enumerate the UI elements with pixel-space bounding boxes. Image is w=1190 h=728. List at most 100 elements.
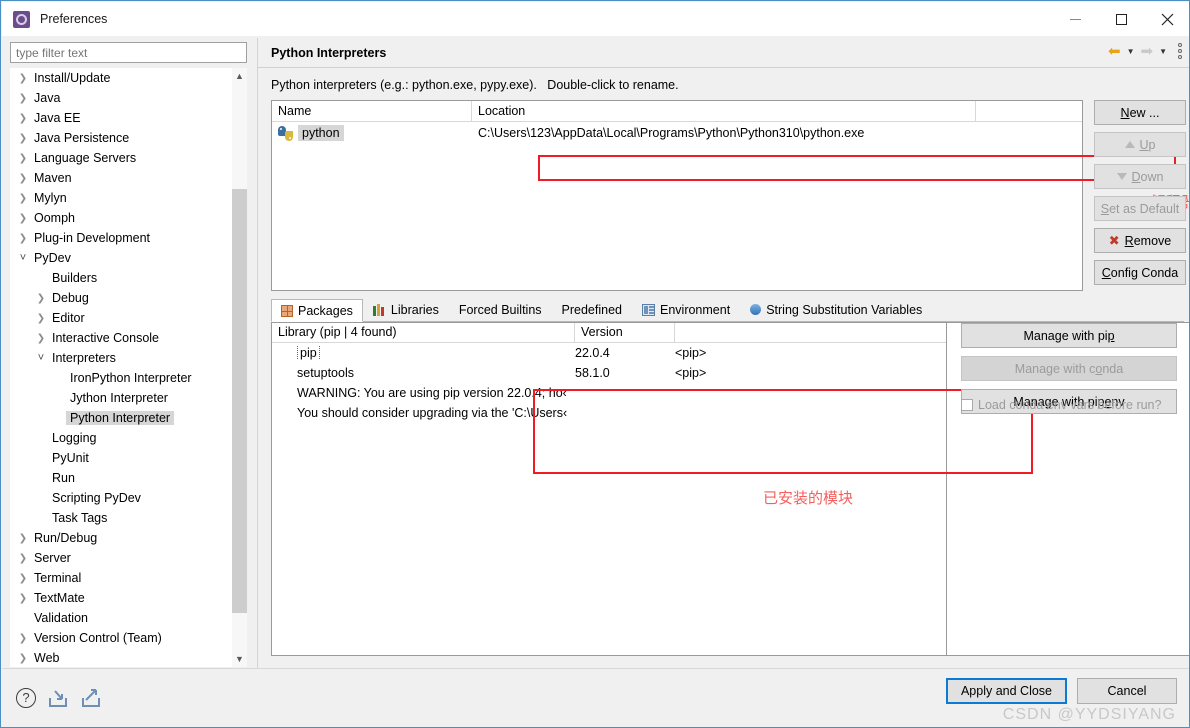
sidebar-item-validation[interactable]: Validation	[10, 608, 247, 628]
sidebar-item-oomph[interactable]: ❯ Oomph	[10, 208, 247, 228]
help-icon[interactable]: ?	[16, 687, 36, 708]
chevron-right-icon[interactable]: ❯	[16, 193, 30, 204]
tab-string-substitution-variables[interactable]: String Substitution Variables	[740, 298, 932, 321]
sidebar-item-pydev[interactable]: ˅ PyDev	[10, 248, 247, 268]
chevron-right-icon[interactable]: ❯	[34, 313, 48, 324]
sidebar-item-terminal[interactable]: ❯ Terminal	[10, 568, 247, 588]
sidebar-item-scripting-pydev[interactable]: Scripting PyDev	[10, 488, 247, 508]
tab-bar[interactable]: Packages Libraries Forced Builtins Predefin…	[271, 299, 1184, 322]
sidebar-item-pyunit[interactable]: PyUnit	[10, 448, 247, 468]
scrollbar-thumb[interactable]	[232, 189, 247, 613]
package-row[interactable]: pip 22.0.4 <pip>	[272, 343, 946, 363]
sidebar-item-python-interpreter[interactable]: Python Interpreter	[10, 408, 247, 428]
sidebar-item-textmate[interactable]: ❯ TextMate	[10, 588, 247, 608]
sidebar-item-debug[interactable]: ❯ Debug	[10, 288, 247, 308]
back-dropdown-icon[interactable]: ▼	[1123, 47, 1139, 56]
tab-libraries[interactable]: Libraries	[363, 298, 449, 321]
chevron-right-icon[interactable]: ❯	[16, 173, 30, 184]
chevron-right-icon[interactable]: ❯	[16, 113, 30, 124]
chevron-right-icon[interactable]: ❯	[16, 73, 30, 84]
conda-env-checkbox-row[interactable]: Load conda env vars before run?	[961, 398, 1161, 412]
tab-environment[interactable]: Environment	[632, 298, 740, 321]
chevron-down-icon[interactable]: ˅	[34, 352, 48, 364]
sidebar-item-install-update[interactable]: ❯ Install/Update	[10, 68, 247, 88]
tab-packages[interactable]: Packages	[271, 299, 363, 322]
sidebar-item-task-tags[interactable]: Task Tags	[10, 508, 247, 528]
table-row[interactable]: python C:\Users\123\AppData\Local\Progra…	[272, 122, 1082, 144]
chevron-right-icon[interactable]: ❯	[16, 133, 30, 144]
interpreter-location[interactable]: C:\Users\123\AppData\Local\Programs\Pyth…	[478, 126, 864, 140]
package-row[interactable]: You should consider upgrading via the 'C…	[272, 403, 946, 423]
maximize-button[interactable]	[1098, 2, 1144, 36]
sidebar-item-jython-interpreter[interactable]: Jython Interpreter	[10, 388, 247, 408]
interpreter-name[interactable]: python	[298, 125, 344, 141]
interpreters-table[interactable]: Name Location python C:\Users\123\AppDat…	[271, 100, 1083, 291]
cancel-button[interactable]: Cancel	[1077, 678, 1177, 704]
tree-scrollbar[interactable]: ▲ ▼	[232, 68, 247, 667]
sidebar-item-mylyn[interactable]: ❯ Mylyn	[10, 188, 247, 208]
sidebar-item-java-ee[interactable]: ❯ Java EE	[10, 108, 247, 128]
chevron-right-icon[interactable]: ❯	[16, 573, 30, 584]
sidebar-item-language-servers[interactable]: ❯ Language Servers	[10, 148, 247, 168]
chevron-right-icon[interactable]: ❯	[16, 633, 30, 644]
column-header-source[interactable]	[675, 323, 946, 342]
sidebar-item-logging[interactable]: Logging	[10, 428, 247, 448]
chevron-right-icon[interactable]: ❯	[16, 233, 30, 244]
column-header-location[interactable]: Location	[472, 101, 976, 121]
column-header-library[interactable]: Library (pip | 4 found)	[272, 323, 575, 342]
sidebar-item-java[interactable]: ❯ Java	[10, 88, 247, 108]
sidebar-item-run[interactable]: Run	[10, 468, 247, 488]
sidebar-item-builders[interactable]: Builders	[10, 268, 247, 288]
sidebar-item-editor[interactable]: ❯ Editor	[10, 308, 247, 328]
new-button[interactable]: New ...	[1094, 100, 1186, 125]
column-header-extra[interactable]	[976, 101, 1081, 121]
column-header-version[interactable]: Version	[575, 323, 675, 342]
chevron-right-icon[interactable]: ❯	[16, 213, 30, 224]
remove-button[interactable]: ✖ Remove	[1094, 228, 1186, 253]
tab-forced-builtins[interactable]: Forced Builtins	[449, 298, 552, 321]
back-arrow-icon[interactable]: ⬅	[1108, 44, 1121, 59]
sidebar-item-web[interactable]: ❯ Web	[10, 648, 247, 667]
chevron-right-icon[interactable]: ❯	[34, 333, 48, 344]
checkbox-icon[interactable]	[961, 399, 973, 411]
import-icon[interactable]	[47, 687, 69, 709]
forward-arrow-icon[interactable]: ➡	[1141, 44, 1154, 59]
package-source: <pip>	[675, 366, 707, 380]
chevron-right-icon[interactable]: ❯	[34, 293, 48, 304]
column-header-name[interactable]: Name	[272, 101, 472, 121]
config-conda-button[interactable]: Config Conda	[1094, 260, 1186, 285]
scroll-up-icon[interactable]: ▲	[232, 68, 247, 84]
sidebar-item-interactive-console[interactable]: ❯ Interactive Console	[10, 328, 247, 348]
window-controls	[1052, 2, 1189, 36]
sidebar-item-interpreters[interactable]: ˅ Interpreters	[10, 348, 247, 368]
export-icon[interactable]	[80, 687, 102, 709]
chevron-right-icon[interactable]: ❯	[16, 553, 30, 564]
sidebar-item-ironpython-interpreter[interactable]: IronPython Interpreter	[10, 368, 247, 388]
apply-and-close-button[interactable]: Apply and Close	[945, 678, 1067, 704]
chevron-right-icon[interactable]: ❯	[16, 153, 30, 164]
minimize-button[interactable]	[1052, 2, 1098, 36]
preferences-tree[interactable]: ❯ Install/Update ❯ Java ❯ Java EE ❯ Java Persis…	[10, 68, 247, 667]
forward-dropdown-icon[interactable]: ▼	[1155, 47, 1171, 56]
vertical-dots-icon[interactable]	[1178, 43, 1182, 59]
scroll-down-icon[interactable]: ▼	[232, 651, 247, 667]
chevron-right-icon[interactable]: ❯	[16, 653, 30, 664]
sidebar-item-version-control-team[interactable]: ❯ Version Control (Team)	[10, 628, 247, 648]
manage-with-pip-button[interactable]: Manage with pi p	[961, 323, 1177, 348]
chevron-right-icon[interactable]: ❯	[16, 533, 30, 544]
close-button[interactable]	[1144, 2, 1189, 36]
tab-predefined[interactable]: Predefined	[552, 298, 632, 321]
sidebar-item-maven[interactable]: ❯ Maven	[10, 168, 247, 188]
search-input[interactable]	[10, 42, 247, 63]
package-row[interactable]: WARNING: You are using pip version 22.0.…	[272, 383, 946, 403]
sidebar-item-java-persistence[interactable]: ❯ Java Persistence	[10, 128, 247, 148]
chevron-right-icon[interactable]: ❯	[16, 93, 30, 104]
sidebar-item-run-debug[interactable]: ❯ Run/Debug	[10, 528, 247, 548]
sidebar-item-server[interactable]: ❯ Server	[10, 548, 247, 568]
chevron-down-icon[interactable]: ˅	[16, 252, 30, 264]
package-name: setuptools	[297, 366, 354, 380]
chevron-right-icon[interactable]: ❯	[16, 593, 30, 604]
sidebar-item-label: Logging	[52, 431, 97, 445]
sidebar-item-plug-in-development[interactable]: ❯ Plug-in Development	[10, 228, 247, 248]
package-row[interactable]: setuptools 58.1.0 <pip>	[272, 363, 946, 383]
